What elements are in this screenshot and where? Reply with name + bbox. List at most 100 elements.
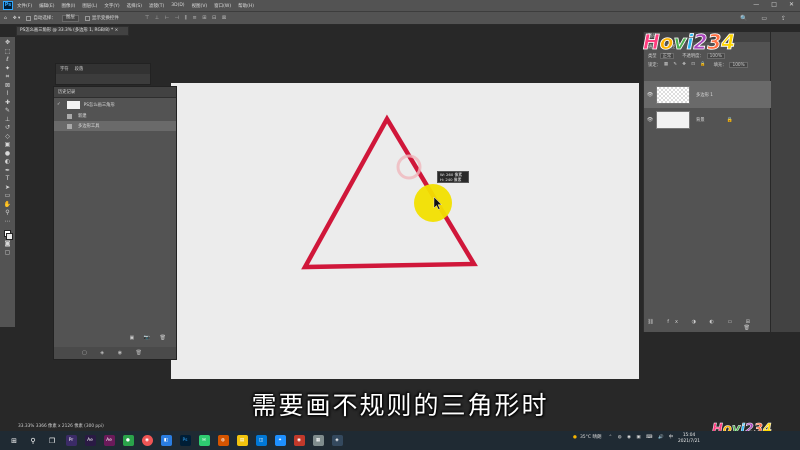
eyedropper-tool-icon[interactable]: ⌇ xyxy=(2,90,13,99)
show-transform-group: 显示变换控件 xyxy=(84,15,119,21)
task-view-icon[interactable]: ❐ xyxy=(44,434,60,448)
show-transform-checkbox[interactable] xyxy=(84,15,90,21)
history-step-active[interactable]: 多边形工具 xyxy=(54,121,176,131)
clone-stamp-tool-icon[interactable]: ⊥ xyxy=(2,116,13,125)
history-step[interactable]: 新建 xyxy=(54,111,176,121)
document-canvas[interactable] xyxy=(171,83,639,379)
menu-select[interactable]: 选择(S) xyxy=(127,3,142,9)
tooltip-height: H: 240 像素 xyxy=(440,176,462,182)
panel-bottom-icons[interactable]: ▢ ◈ ◉ 🗑 xyxy=(54,347,176,359)
marquee-tool-icon[interactable]: ⬚ xyxy=(2,48,13,57)
close-icon[interactable]: ✕ xyxy=(789,1,794,8)
menu-layer[interactable]: 图层(L) xyxy=(82,3,97,9)
weather-text[interactable]: 35°C 晴朗 xyxy=(580,434,602,440)
pen-tool-icon[interactable]: ✒ xyxy=(2,167,13,176)
shape-tool-icon[interactable]: ▭ xyxy=(2,192,13,201)
taskbar-clock[interactable]: 15:04 2021/7/21 xyxy=(678,433,700,445)
move-tool-icon[interactable]: ✥ xyxy=(2,39,13,48)
zoom-tool-icon[interactable]: ⚲ xyxy=(2,209,13,218)
fill-label: 填充： xyxy=(713,62,727,68)
history-snapshot[interactable]: ✓ PS怎么画三角形 xyxy=(54,98,176,111)
start-icon[interactable]: ⊞ xyxy=(6,434,22,448)
tray-icons[interactable]: ⌃ ◍ ◉ ▣ ⌨ 🔊 xyxy=(609,435,666,440)
options-right-icons[interactable]: 🔍 ▭ ⇪ xyxy=(740,15,792,22)
layer-row[interactable]: 👁 背景 🔒 xyxy=(644,108,771,132)
taskbar-app[interactable]: ▤ xyxy=(234,434,250,448)
visibility-eye-icon[interactable]: 👁 xyxy=(644,117,656,123)
tab-character[interactable]: 字符 xyxy=(60,66,69,72)
taskbar-app[interactable]: Pr xyxy=(63,434,79,448)
auto-select-dropdown[interactable]: 图层 xyxy=(61,14,79,22)
gradient-tool-icon[interactable]: ▣ xyxy=(2,141,13,150)
brush-tool-icon[interactable]: ✎ xyxy=(2,107,13,116)
taskbar-app[interactable]: Ae xyxy=(82,434,98,448)
eraser-tool-icon[interactable]: ◇ xyxy=(2,133,13,142)
taskbar-app[interactable]: ◧ xyxy=(158,434,174,448)
taskbar-app[interactable]: Ae xyxy=(101,434,117,448)
menu-window[interactable]: 窗口(W) xyxy=(214,3,231,9)
blur-tool-icon[interactable]: ● xyxy=(2,150,13,159)
clock-date: 2021/7/21 xyxy=(678,439,701,444)
taskbar-app[interactable]: ◉ xyxy=(291,434,307,448)
menu-edit[interactable]: 编辑(E) xyxy=(39,3,54,9)
home-icon[interactable]: ⌂ xyxy=(4,16,7,21)
screen-mode-icon[interactable]: ▢ xyxy=(2,249,13,258)
menu-filter[interactable]: 滤镜(T) xyxy=(149,3,164,9)
fill-input[interactable]: 100% xyxy=(729,61,748,68)
taskbar-app[interactable]: ▦ xyxy=(310,434,326,448)
menu-type[interactable]: 文字(Y) xyxy=(104,3,119,9)
document-tab[interactable]: PS怎么画三角形 @ 33.3% (多边形 1, RGB/8) * × xyxy=(16,26,129,36)
minimize-icon[interactable]: — xyxy=(753,1,759,8)
quick-mask-icon[interactable]: ◙ xyxy=(2,240,13,249)
tab-paragraph[interactable]: 段落 xyxy=(75,66,84,72)
cursor-size-tooltip: W: 260 像素 H: 240 像素 xyxy=(437,171,469,183)
history-panel-title[interactable]: 历史记录 xyxy=(54,87,176,98)
menu-3d[interactable]: 3D(D) xyxy=(171,3,184,8)
menu-view[interactable]: 视图(V) xyxy=(192,3,208,9)
taskbar-app[interactable]: ● xyxy=(120,434,136,448)
history-panel-footer[interactable]: ▣ 📷 🗑 xyxy=(54,335,176,345)
menu-help[interactable]: 帮助(H) xyxy=(238,3,254,9)
input-language[interactable]: 中 xyxy=(669,434,674,440)
background-color-swatch[interactable] xyxy=(6,233,13,240)
taskbar-app[interactable]: ◈ xyxy=(329,434,345,448)
frame-tool-icon[interactable]: ⊠ xyxy=(2,82,13,91)
taskbar-app-photoshop[interactable]: Ps xyxy=(177,434,193,448)
document-tab-close-icon[interactable]: × xyxy=(115,28,119,33)
menu-file[interactable]: 文件(F) xyxy=(17,3,32,9)
magic-wand-tool-icon[interactable]: ✦ xyxy=(2,65,13,74)
healing-brush-tool-icon[interactable]: ✚ xyxy=(2,99,13,108)
menu-image[interactable]: 图像(I) xyxy=(61,3,75,9)
type-tool-icon[interactable]: T xyxy=(2,175,13,184)
path-selection-tool-icon[interactable]: ➤ xyxy=(2,184,13,193)
auto-select-label: 自动选择： xyxy=(33,16,56,21)
history-brush-tool-icon[interactable]: ↺ xyxy=(2,124,13,133)
layers-panel-footer[interactable]: ⛓ fx ◑ ◐ ▭ ⊞ 🗑 xyxy=(644,319,770,331)
lasso-tool-icon[interactable]: ℓ xyxy=(2,56,13,65)
move-tool-icon[interactable]: ✥ ▾ xyxy=(13,16,20,21)
align-icons[interactable]: ⊤ ⊥ ⊢ ⊣ ⫼ ≡ ⊞ ⊟ ⊠ xyxy=(145,15,228,21)
dodge-tool-icon[interactable]: ◐ xyxy=(2,158,13,167)
photoshop-logo: Ps xyxy=(3,1,13,10)
taskbar-app[interactable]: ◉ xyxy=(139,434,155,448)
taskbar-app[interactable]: ✉ xyxy=(196,434,212,448)
taskbar-app[interactable]: ◍ xyxy=(215,434,231,448)
more-tools-icon[interactable]: ⋯ xyxy=(2,218,13,227)
history-brush-source-icon[interactable]: ✓ xyxy=(57,102,61,107)
window-controls: — □ ✕ xyxy=(753,1,794,8)
watermark-letter: 3 xyxy=(707,30,722,55)
maximize-icon[interactable]: □ xyxy=(771,1,777,8)
weather-icon: ● xyxy=(573,434,577,440)
layer-name: 背景 xyxy=(696,118,705,123)
layer-row-selected[interactable]: 👁 多边形 1 xyxy=(644,81,771,108)
visibility-eye-icon[interactable]: 👁 xyxy=(644,92,656,98)
search-icon[interactable]: ⚲ xyxy=(25,434,41,448)
lock-icons[interactable]: ▦ ✎ ✥ ⊡ 🔒 xyxy=(664,62,708,67)
taskbar-app[interactable]: ◫ xyxy=(253,434,269,448)
windows-taskbar: ⊞ ⚲ ❐ Pr Ae Ae ● ◉ ◧ Ps ✉ ◍ ▤ ◫ ✦ ◉ ▦ ◈ … xyxy=(0,431,800,450)
hand-tool-icon[interactable]: ✋ xyxy=(2,201,13,210)
crop-tool-icon[interactable]: ⌗ xyxy=(2,73,13,82)
show-transform-label: 显示变换控件 xyxy=(91,16,119,21)
taskbar-app[interactable]: ✦ xyxy=(272,434,288,448)
auto-select-checkbox[interactable] xyxy=(26,15,32,21)
